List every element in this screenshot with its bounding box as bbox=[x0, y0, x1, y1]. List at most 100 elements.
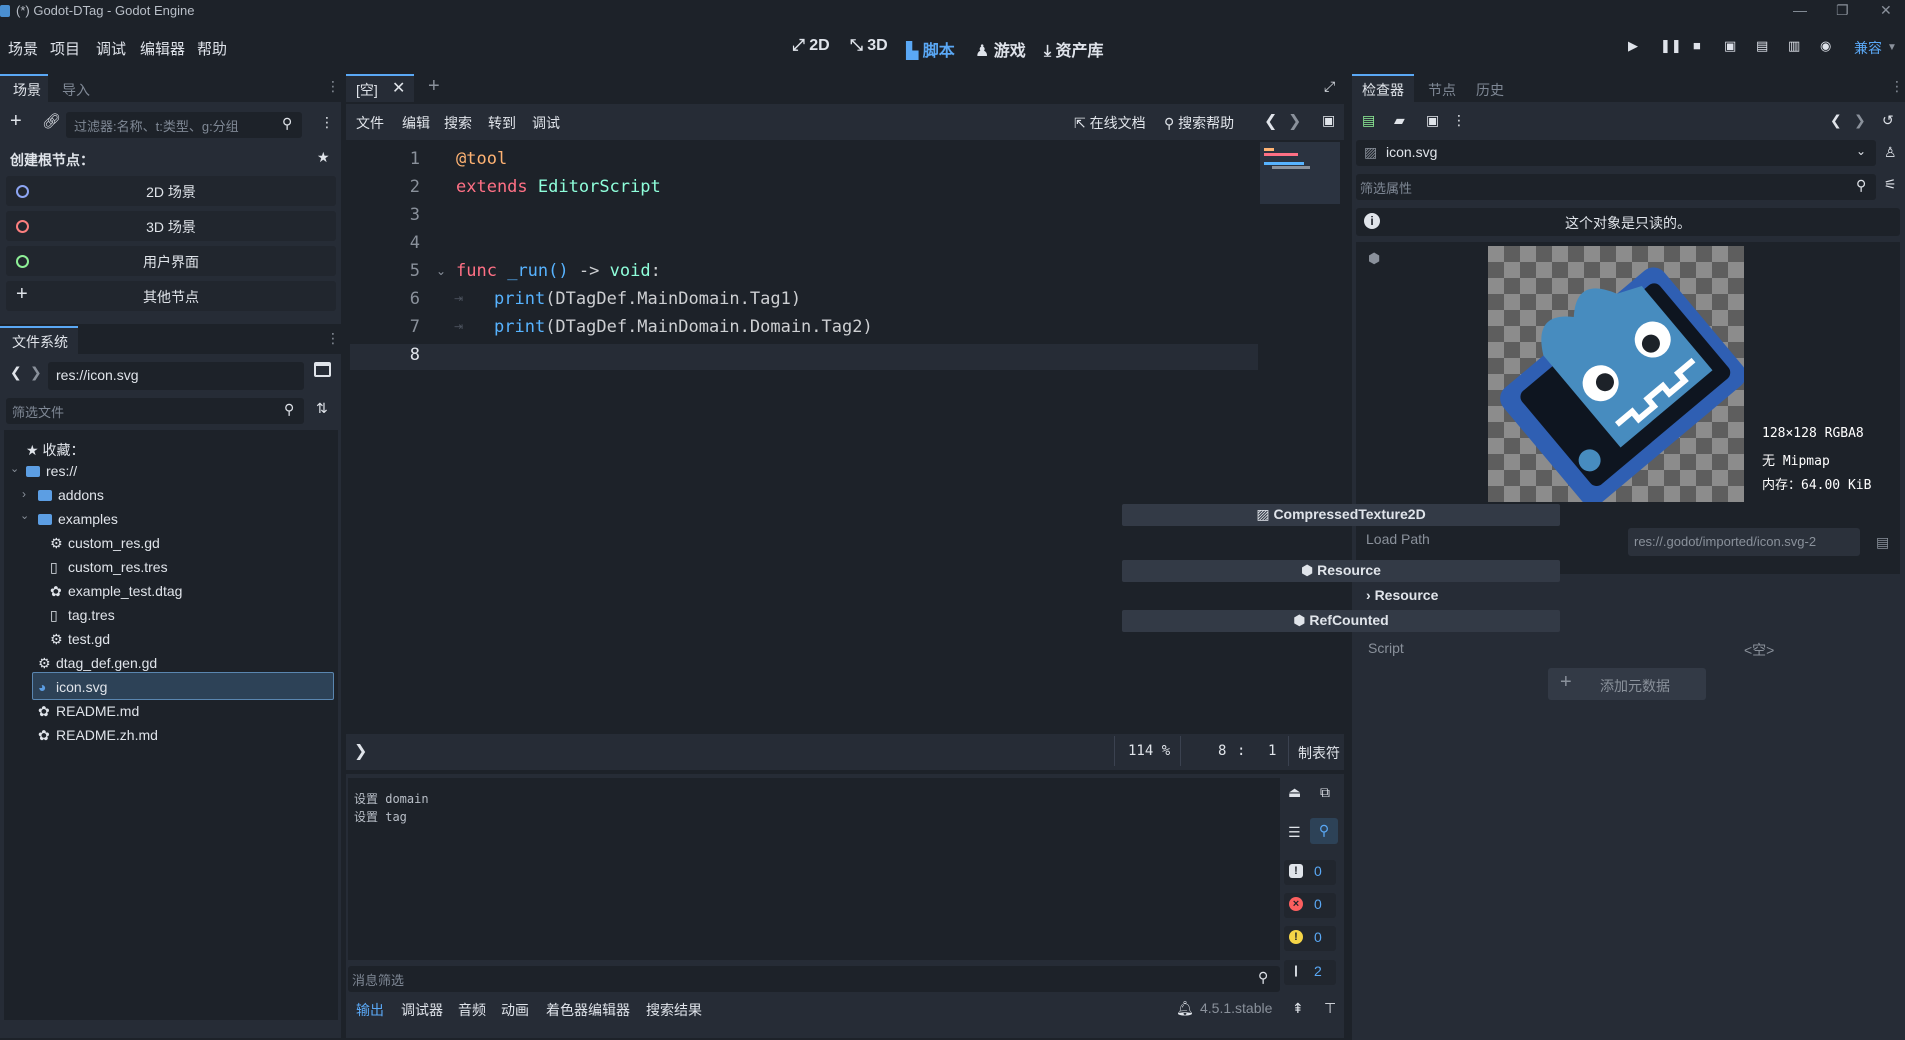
bottom-tab-output[interactable]: 输出 bbox=[356, 1000, 384, 1020]
path-field[interactable]: res://icon.svg bbox=[48, 362, 304, 390]
fullscreen-icon[interactable]: ⤢ bbox=[1324, 78, 1335, 95]
zoom-level[interactable]: 114 % bbox=[1128, 743, 1170, 759]
more-icon[interactable]: ⋮ bbox=[1452, 112, 1466, 129]
workspace-3d[interactable]: ⤡ 3D bbox=[850, 37, 888, 55]
remote-debug-icon[interactable]: ▣ bbox=[1724, 38, 1736, 54]
workspace-script[interactable]: ▙ 脚本 bbox=[906, 37, 955, 61]
online-docs-button[interactable]: ⇱ 在线文档 bbox=[1074, 113, 1146, 133]
stop-icon[interactable]: ■ bbox=[1693, 38, 1701, 53]
browse-file-icon[interactable]: ▤ bbox=[1876, 534, 1889, 551]
section-resource[interactable]: ⬢ Resource bbox=[1122, 560, 1560, 582]
split-view-icon[interactable] bbox=[314, 362, 331, 377]
toggle-panel-icon[interactable]: ▣ bbox=[1322, 112, 1335, 129]
copy-icon[interactable]: ⧉ bbox=[1320, 784, 1330, 801]
tree-item-test-gd[interactable]: ⚙ test.gd bbox=[50, 631, 110, 648]
object-history-icon[interactable]: ↺ bbox=[1882, 112, 1894, 129]
tab-node[interactable]: 节点 bbox=[1428, 80, 1456, 100]
channel-toggle-icon[interactable]: ⬢ bbox=[1368, 250, 1380, 267]
create-other-node-button[interactable]: + 其他节点 bbox=[6, 281, 336, 311]
chevron-right-icon[interactable]: › bbox=[22, 487, 26, 501]
favorite-star-icon[interactable]: ★ bbox=[317, 149, 330, 166]
new-resource-icon[interactable]: ▤ bbox=[1362, 112, 1375, 129]
create-3d-scene-button[interactable]: 3D 场景 bbox=[6, 211, 336, 241]
tree-item-custom-res-gd[interactable]: ⚙ custom_res.gd bbox=[50, 535, 160, 552]
open-folder-icon[interactable]: ▰ bbox=[1394, 112, 1405, 129]
workspace-2d[interactable]: ⤢ 2D bbox=[792, 37, 830, 55]
script-menu-search[interactable]: 搜索 bbox=[444, 113, 472, 133]
resource-group[interactable]: › Resource bbox=[1366, 587, 1438, 603]
scene-filter-input[interactable]: 过滤器:名称、t:类型、g:分组 ⚲ bbox=[66, 112, 302, 138]
prev-script-icon[interactable]: ❮ bbox=[1264, 111, 1277, 131]
play-custom-icon[interactable]: ▥ bbox=[1788, 38, 1800, 54]
warning-count-toggle[interactable]: ! 0 bbox=[1284, 926, 1336, 951]
notification-bell-icon[interactable]: 🔔︎ bbox=[1176, 1000, 1194, 1017]
error-count-toggle[interactable]: ! 0 bbox=[1284, 860, 1336, 885]
message-count-toggle[interactable]: ❙ 2 bbox=[1284, 960, 1336, 985]
renderer-select[interactable]: 兼容 bbox=[1854, 38, 1882, 58]
tab-history[interactable]: 历史 bbox=[1476, 80, 1504, 100]
tree-item-icon-svg[interactable]: ◕ icon.svg bbox=[38, 679, 107, 695]
add-metadata-button[interactable]: + 添加元数据 bbox=[1548, 668, 1706, 700]
tree-item-readme-zh[interactable]: ✿ README.zh.md bbox=[38, 727, 158, 744]
restore-icon[interactable]: ❐ bbox=[1836, 2, 1849, 19]
tree-item-examples[interactable]: examples bbox=[38, 511, 118, 527]
tree-item-dtag-def[interactable]: ⚙ dtag_def.gen.gd bbox=[38, 655, 157, 672]
search-help-button[interactable]: ⚲ 搜索帮助 bbox=[1164, 113, 1234, 133]
object-tools-icon[interactable]: ♙ bbox=[1884, 144, 1897, 161]
script-menu-edit[interactable]: 编辑 bbox=[402, 113, 430, 133]
back-icon[interactable]: ❮ bbox=[10, 364, 22, 381]
bottom-tab-animation[interactable]: 动画 bbox=[501, 1000, 529, 1020]
chevron-down-icon[interactable]: ▼ bbox=[1887, 42, 1897, 53]
favorites-row[interactable]: ★ 收藏： bbox=[26, 440, 84, 460]
menu-editor[interactable]: 编辑器 bbox=[140, 38, 185, 59]
history-forward-icon[interactable]: ❯ bbox=[1854, 112, 1866, 129]
dock-menu-icon[interactable]: ⋮ bbox=[326, 78, 340, 95]
close-window-icon[interactable]: ✕ bbox=[1880, 2, 1892, 19]
scene-menu-icon[interactable]: ⋮ bbox=[320, 114, 334, 131]
chevron-down-icon[interactable]: ⌄ bbox=[10, 462, 19, 475]
section-refcounted[interactable]: ⬢ RefCounted bbox=[1122, 610, 1560, 632]
close-tab-icon[interactable]: ✕ bbox=[392, 78, 405, 98]
toggle-scripts-panel-icon[interactable]: ❯ bbox=[354, 741, 367, 761]
play-icon[interactable]: ▶ bbox=[1628, 38, 1638, 54]
tree-item-res[interactable]: res:// bbox=[26, 463, 77, 479]
minimize-icon[interactable]: — bbox=[1793, 2, 1807, 18]
sort-icon[interactable]: ⇅ bbox=[316, 400, 328, 417]
script-menu-file[interactable]: 文件 bbox=[356, 113, 384, 133]
load-path-field[interactable]: res://.godot/imported/icon.svg-2 bbox=[1628, 528, 1860, 556]
create-ui-scene-button[interactable]: 用户界面 bbox=[6, 246, 336, 276]
chevron-down-icon[interactable]: ⌄ bbox=[20, 509, 29, 522]
workspace-game[interactable]: ♟ 游戏 bbox=[975, 37, 1026, 61]
add-node-icon[interactable]: + bbox=[10, 110, 22, 133]
script-value[interactable]: <空> bbox=[1744, 640, 1774, 660]
movie-maker-icon[interactable]: ◉ bbox=[1820, 38, 1831, 54]
workspace-assetlib[interactable]: ⤓ 资产库 bbox=[1044, 37, 1104, 61]
expand-panel-icon[interactable]: ⊤ bbox=[1324, 1000, 1336, 1017]
bottom-tab-shader-editor[interactable]: 着色器编辑器 bbox=[546, 1000, 630, 1020]
menu-help[interactable]: 帮助 bbox=[197, 38, 227, 59]
bottom-tab-search-results[interactable]: 搜索结果 bbox=[646, 1000, 702, 1020]
next-script-icon[interactable]: ❯ bbox=[1288, 111, 1301, 131]
property-filter-input[interactable]: 筛选属性 ⚲ bbox=[1356, 174, 1876, 200]
indent-mode[interactable]: 制表符 bbox=[1298, 743, 1340, 763]
dock-menu-icon[interactable]: ⋮ bbox=[1890, 78, 1904, 95]
forward-icon[interactable]: ❯ bbox=[30, 364, 42, 381]
create-2d-scene-button[interactable]: 2D 场景 bbox=[6, 176, 336, 206]
tree-item-example-test-dtag[interactable]: ✿ example_test.dtag bbox=[50, 583, 182, 600]
message-filter-input[interactable]: 消息筛选 ⚲ bbox=[348, 966, 1280, 992]
tree-item-tag-tres[interactable]: ▯ tag.tres bbox=[50, 607, 115, 624]
menu-project[interactable]: 项目 bbox=[50, 38, 80, 59]
tree-item-addons[interactable]: addons bbox=[38, 487, 104, 503]
code-editor[interactable]: 1 2 3 4 5 6 7 8 ⌄ ⇥ ⇥ @tool extends Edit… bbox=[350, 142, 1340, 734]
history-back-icon[interactable]: ❮ bbox=[1830, 112, 1842, 129]
collapse-icon[interactable]: ☰ bbox=[1288, 824, 1301, 841]
fold-arrow-icon[interactable]: ⌄ bbox=[436, 264, 446, 278]
bottom-tab-audio[interactable]: 音频 bbox=[458, 1000, 486, 1020]
minimap[interactable] bbox=[1260, 142, 1340, 204]
play-scene-icon[interactable]: ▤ bbox=[1756, 38, 1768, 54]
file-filter-input[interactable]: 筛选文件 ⚲ bbox=[6, 398, 304, 424]
error2-count-toggle[interactable]: × 0 bbox=[1284, 893, 1336, 918]
menu-scene[interactable]: 场景 bbox=[8, 38, 38, 59]
save-icon[interactable]: ▣ bbox=[1426, 112, 1439, 129]
tree-item-readme[interactable]: ✿ README.md bbox=[38, 703, 139, 720]
